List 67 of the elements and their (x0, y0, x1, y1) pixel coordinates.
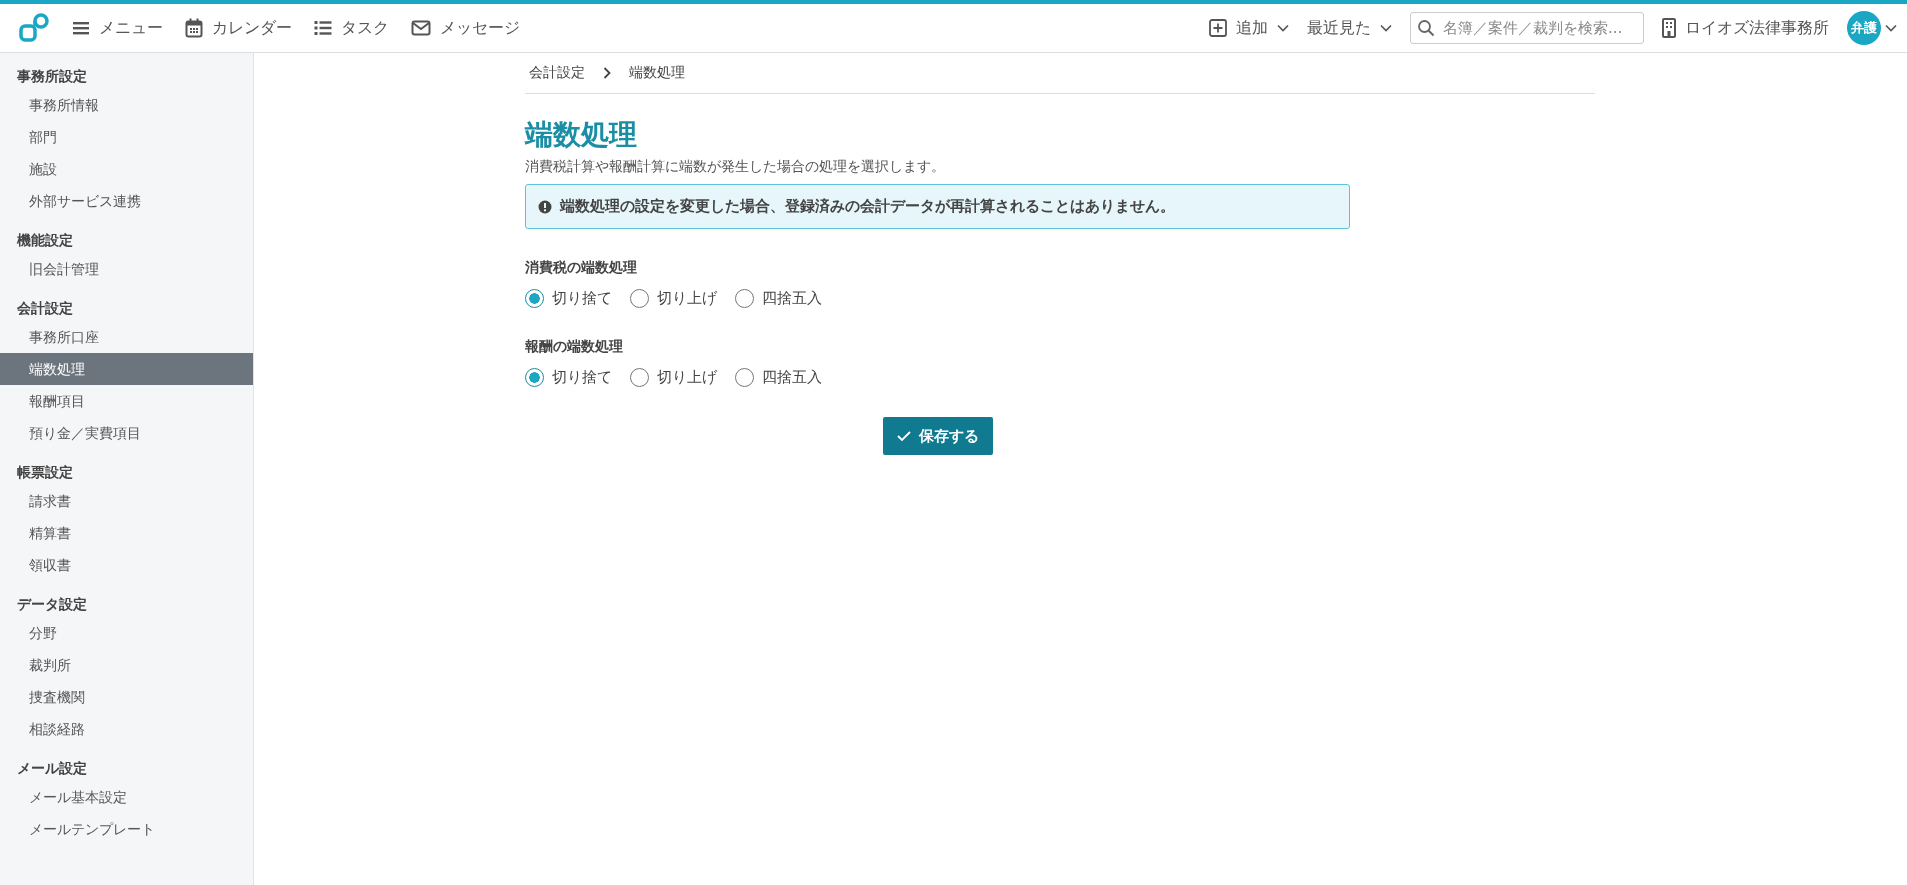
radio-option[interactable]: 切り上げ (630, 289, 717, 308)
nav-link[interactable]: メニュー (72, 17, 163, 39)
sidebar-item[interactable]: 請求書 (0, 485, 253, 517)
chevron-down-icon (1885, 24, 1897, 32)
nav-link[interactable]: カレンダー (185, 17, 292, 39)
calendar-icon (185, 18, 203, 38)
sidebar-item[interactable]: 施設 (0, 153, 253, 185)
mail-icon (411, 20, 431, 36)
sidebar-item[interactable]: 裁判所 (0, 649, 253, 681)
section-heading: 事務所設定 (16, 67, 88, 86)
page-title: 端数処理 (525, 117, 638, 153)
sidebar-item[interactable]: 外部サービス連携 (0, 185, 253, 217)
sidebar-item[interactable]: 精算書 (0, 517, 253, 549)
sidebar-item[interactable]: 事務所口座 (0, 321, 253, 353)
sidebar-item[interactable]: 端数処理 (0, 353, 253, 385)
section-heading: 会計設定 (16, 299, 74, 318)
breadcrumb-item: 端数処理 (629, 64, 685, 82)
radio-button[interactable] (735, 289, 754, 308)
radio-option[interactable]: 切り捨て (525, 289, 612, 308)
office-menu[interactable]: ロイオズ法律事務所 (1662, 17, 1829, 39)
exclamation-circle-icon (538, 199, 552, 214)
radio-option[interactable]: 切り上げ (630, 368, 717, 387)
field-label: 消費税の端数処理 (525, 259, 638, 277)
menu-icon (72, 20, 90, 36)
recent-menu[interactable]: 最近見た (1307, 17, 1392, 39)
sidebar-item[interactable]: 事務所情報 (0, 89, 253, 121)
radio-option[interactable]: 四捨五入 (735, 289, 822, 308)
radio-button[interactable] (525, 368, 544, 387)
list-icon (314, 20, 332, 36)
search-field[interactable]: 名簿／案件／裁判を検索... (1410, 12, 1644, 44)
page-description: 消費税計算や報酬計算に端数が発生した場合の処理を選択します。 (525, 158, 946, 176)
sidebar-item[interactable]: 旧会計管理 (0, 253, 253, 285)
sidebar-item[interactable]: 領収書 (0, 549, 253, 581)
chevron-down-icon (1380, 24, 1392, 32)
search-icon (1417, 19, 1435, 37)
sidebar-item[interactable]: 分野 (0, 617, 253, 649)
chevron-right-icon (603, 67, 611, 79)
section-heading: メール設定 (16, 759, 88, 778)
building-icon (1662, 18, 1676, 38)
nav-link[interactable]: タスク (314, 17, 389, 39)
radio-button[interactable] (630, 368, 649, 387)
user-avatar: 弁護 (1847, 11, 1881, 45)
breadcrumb-item[interactable]: 会計設定 (529, 64, 585, 82)
plus-square-icon (1209, 19, 1227, 37)
section-heading: 帳票設定 (16, 463, 74, 482)
radio-button[interactable] (735, 368, 754, 387)
logo-icon (18, 13, 50, 43)
sidebar-item[interactable]: メール基本設定 (0, 781, 253, 813)
sidebar-item[interactable]: 相談経路 (0, 713, 253, 745)
sidebar-item[interactable]: 捜査機関 (0, 681, 253, 713)
alert-text: 端数処理の設定を変更した場合、登録済みの会計データが再計算されることはありません。 (560, 197, 1175, 216)
section-heading: データ設定 (16, 595, 88, 614)
radio-button[interactable] (525, 289, 544, 308)
sidebar-item[interactable]: 預り金／実費項目 (0, 417, 253, 449)
radio-button[interactable] (630, 289, 649, 308)
chevron-down-icon (1277, 24, 1289, 32)
nav-link[interactable]: メッセージ (411, 17, 520, 39)
add-menu[interactable]: 追加 (1209, 17, 1289, 39)
sidebar-item[interactable]: メールテンプレート (0, 813, 253, 845)
sidebar-item[interactable]: 部門 (0, 121, 253, 153)
sidebar-item[interactable]: 報酬項目 (0, 385, 253, 417)
save-button[interactable]: 保存する (882, 417, 993, 455)
radio-option[interactable]: 四捨五入 (735, 368, 822, 387)
section-heading: 機能設定 (16, 231, 74, 250)
check-icon (896, 430, 911, 442)
radio-option[interactable]: 切り捨て (525, 368, 612, 387)
field-label: 報酬の端数処理 (525, 338, 624, 356)
